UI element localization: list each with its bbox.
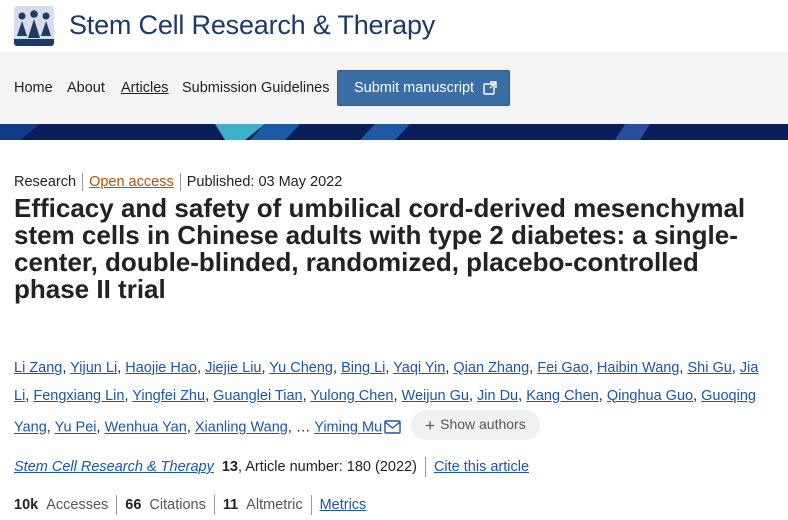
divider: [116, 495, 118, 515]
nav-submission-guidelines[interactable]: Submission Guidelines: [182, 80, 330, 96]
article-number: , Article number: 180 (2022): [238, 459, 417, 475]
author-link[interactable]: Shi Gu: [687, 360, 731, 376]
open-access-link[interactable]: Open access: [89, 174, 174, 190]
submit-manuscript-button[interactable]: Submit manuscript: [337, 70, 510, 106]
people-logo-icon[interactable]: [14, 6, 54, 46]
author-link[interactable]: Yu Pei: [55, 420, 97, 436]
volume-number: 13: [221, 459, 238, 475]
site-header: Stem Cell Research & Therapy: [0, 0, 788, 52]
author-link[interactable]: Yulong Chen: [310, 388, 393, 404]
divider: [310, 495, 312, 515]
author-link[interactable]: Haibin Wang: [597, 360, 679, 376]
envelope-icon[interactable]: [384, 417, 401, 445]
external-link-icon: [482, 80, 498, 96]
author-link[interactable]: Jin Du: [477, 388, 518, 404]
journal-title[interactable]: Stem Cell Research & Therapy: [69, 10, 435, 41]
author-link[interactable]: Guanglei Tian: [213, 388, 302, 404]
author-link[interactable]: Kang Chen: [526, 388, 599, 404]
author-link[interactable]: Jiejie Liu: [205, 360, 261, 376]
divider: [179, 173, 181, 191]
nav-about[interactable]: About: [67, 80, 105, 96]
author-link[interactable]: Yijun Li: [70, 360, 117, 376]
author-link[interactable]: Yu Cheng: [269, 360, 333, 376]
author-link[interactable]: Weijun Gu: [402, 388, 469, 404]
author-link[interactable]: Bing Li: [341, 360, 385, 376]
author-link[interactable]: Wenhua Yan: [105, 420, 187, 436]
citations-count: 66: [125, 497, 142, 513]
author-link[interactable]: Yingfei Zhu: [132, 388, 205, 404]
author-link[interactable]: Xianling Wang: [195, 420, 288, 436]
accesses-count: 10k: [14, 497, 39, 513]
nav-articles[interactable]: Articles: [121, 80, 169, 96]
author-link[interactable]: Haojie Hao: [125, 360, 197, 376]
citation-line: Stem Cell Research & Therapy 13 , Articl…: [14, 457, 529, 477]
journal-link[interactable]: Stem Cell Research & Therapy: [14, 459, 214, 475]
author-link[interactable]: Fei Gao: [537, 360, 589, 376]
author-link[interactable]: Fengxiang Lin: [33, 388, 124, 404]
altmetric-count: 11: [222, 497, 239, 513]
article-meta: Research Open access Published: 03 May 2…: [14, 173, 342, 191]
plus-icon: +: [425, 415, 436, 435]
show-authors-label: Show authors: [440, 416, 526, 433]
divider: [82, 173, 84, 191]
citations-label: Citations: [149, 497, 206, 513]
author-link[interactable]: Qian Zhang: [453, 360, 529, 376]
published-date: Published: 03 May 2022: [186, 174, 343, 190]
nav-home[interactable]: Home: [14, 80, 53, 96]
main-nav: Home About Articles Submission Guideline…: [0, 52, 788, 124]
decorative-banner: [0, 124, 788, 140]
divider: [213, 495, 215, 515]
accesses-label: Accesses: [46, 497, 109, 513]
submit-manuscript-label: Submit manuscript: [354, 80, 475, 96]
article-type: Research: [14, 174, 77, 190]
author-list: Li Zang, Yijun Li, Haojie Hao, Jiejie Li…: [14, 355, 774, 444]
metrics-link[interactable]: Metrics: [320, 497, 367, 513]
author-link[interactable]: Qinghua Guo: [607, 388, 693, 404]
divider: [424, 457, 426, 477]
altmetric-label: Altmetric: [246, 497, 303, 513]
author-link[interactable]: Li Zang: [14, 360, 62, 376]
article-metrics: 10k Accesses 66 Citations 11 Altmetric M…: [14, 495, 366, 515]
author-link[interactable]: Yaqi Yin: [393, 360, 445, 376]
corresponding-author-link[interactable]: Yiming Mu: [314, 420, 382, 436]
cite-this-article-link[interactable]: Cite this article: [434, 459, 529, 475]
show-authors-button[interactable]: + Show authors: [411, 410, 540, 440]
author-ellipsis: …: [295, 419, 311, 436]
article-title: Efficacy and safety of umbilical cord-de…: [14, 193, 746, 304]
